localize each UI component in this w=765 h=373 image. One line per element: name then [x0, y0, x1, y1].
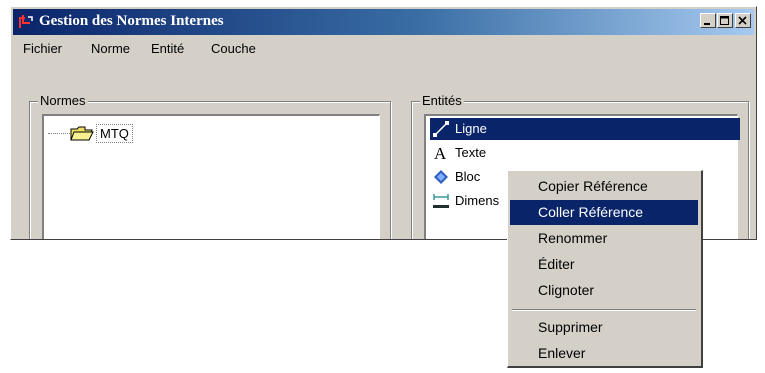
maximize-button[interactable] [717, 13, 733, 28]
list-item-label: Dimens [455, 193, 500, 208]
dimension-icon [432, 192, 450, 210]
folder-icon [70, 124, 94, 145]
normes-group-label: Normes [38, 93, 88, 108]
entites-group-label: Entités [420, 93, 464, 108]
tree-item-mtq[interactable]: MTQ [48, 124, 248, 146]
menu-entite[interactable]: Entité [151, 41, 184, 56]
title-bar[interactable]: Gestion des Normes Internes [13, 9, 754, 35]
list-item-label: Ligne [455, 121, 487, 136]
menu-item-copier-reference[interactable]: Copier Référence [510, 174, 698, 199]
block-icon [432, 168, 450, 186]
list-item-label: Texte [455, 145, 487, 160]
tree-item-label: MTQ [96, 124, 133, 143]
app-icon[interactable] [17, 13, 35, 31]
list-item-texte[interactable]: A Texte [430, 142, 740, 164]
menu-fichier[interactable]: Fichier [23, 41, 62, 56]
menu-separator [512, 309, 696, 311]
menu-item-coller-reference[interactable]: Coller Référence [510, 200, 698, 225]
context-menu: Copier Référence Coller Référence Renomm… [507, 170, 703, 368]
close-button[interactable] [735, 13, 751, 28]
line-icon [432, 120, 450, 138]
text-icon: A [432, 144, 450, 163]
menu-item-clignoter[interactable]: Clignoter [510, 278, 698, 303]
window-title: Gestion des Normes Internes [39, 13, 224, 29]
menu-item-enlever[interactable]: Enlever [510, 341, 698, 366]
menu-couche[interactable]: Couche [211, 41, 256, 56]
normes-group: Normes MTQ [29, 93, 391, 239]
menu-item-editer[interactable]: Éditer [510, 252, 698, 277]
list-item-label: Bloc [455, 169, 481, 184]
svg-text:A: A [434, 144, 447, 162]
minimize-button[interactable] [700, 13, 716, 28]
maximize-icon [720, 16, 729, 25]
list-item-ligne[interactable]: Ligne [430, 118, 740, 140]
tree-connector [48, 133, 70, 134]
menu-item-supprimer[interactable]: Supprimer [510, 315, 698, 340]
minimize-icon [704, 23, 710, 25]
menu-item-renommer[interactable]: Renommer [510, 226, 698, 251]
menu-norme[interactable]: Norme [91, 41, 130, 56]
close-icon [738, 16, 747, 25]
normes-tree[interactable]: MTQ [42, 114, 380, 239]
